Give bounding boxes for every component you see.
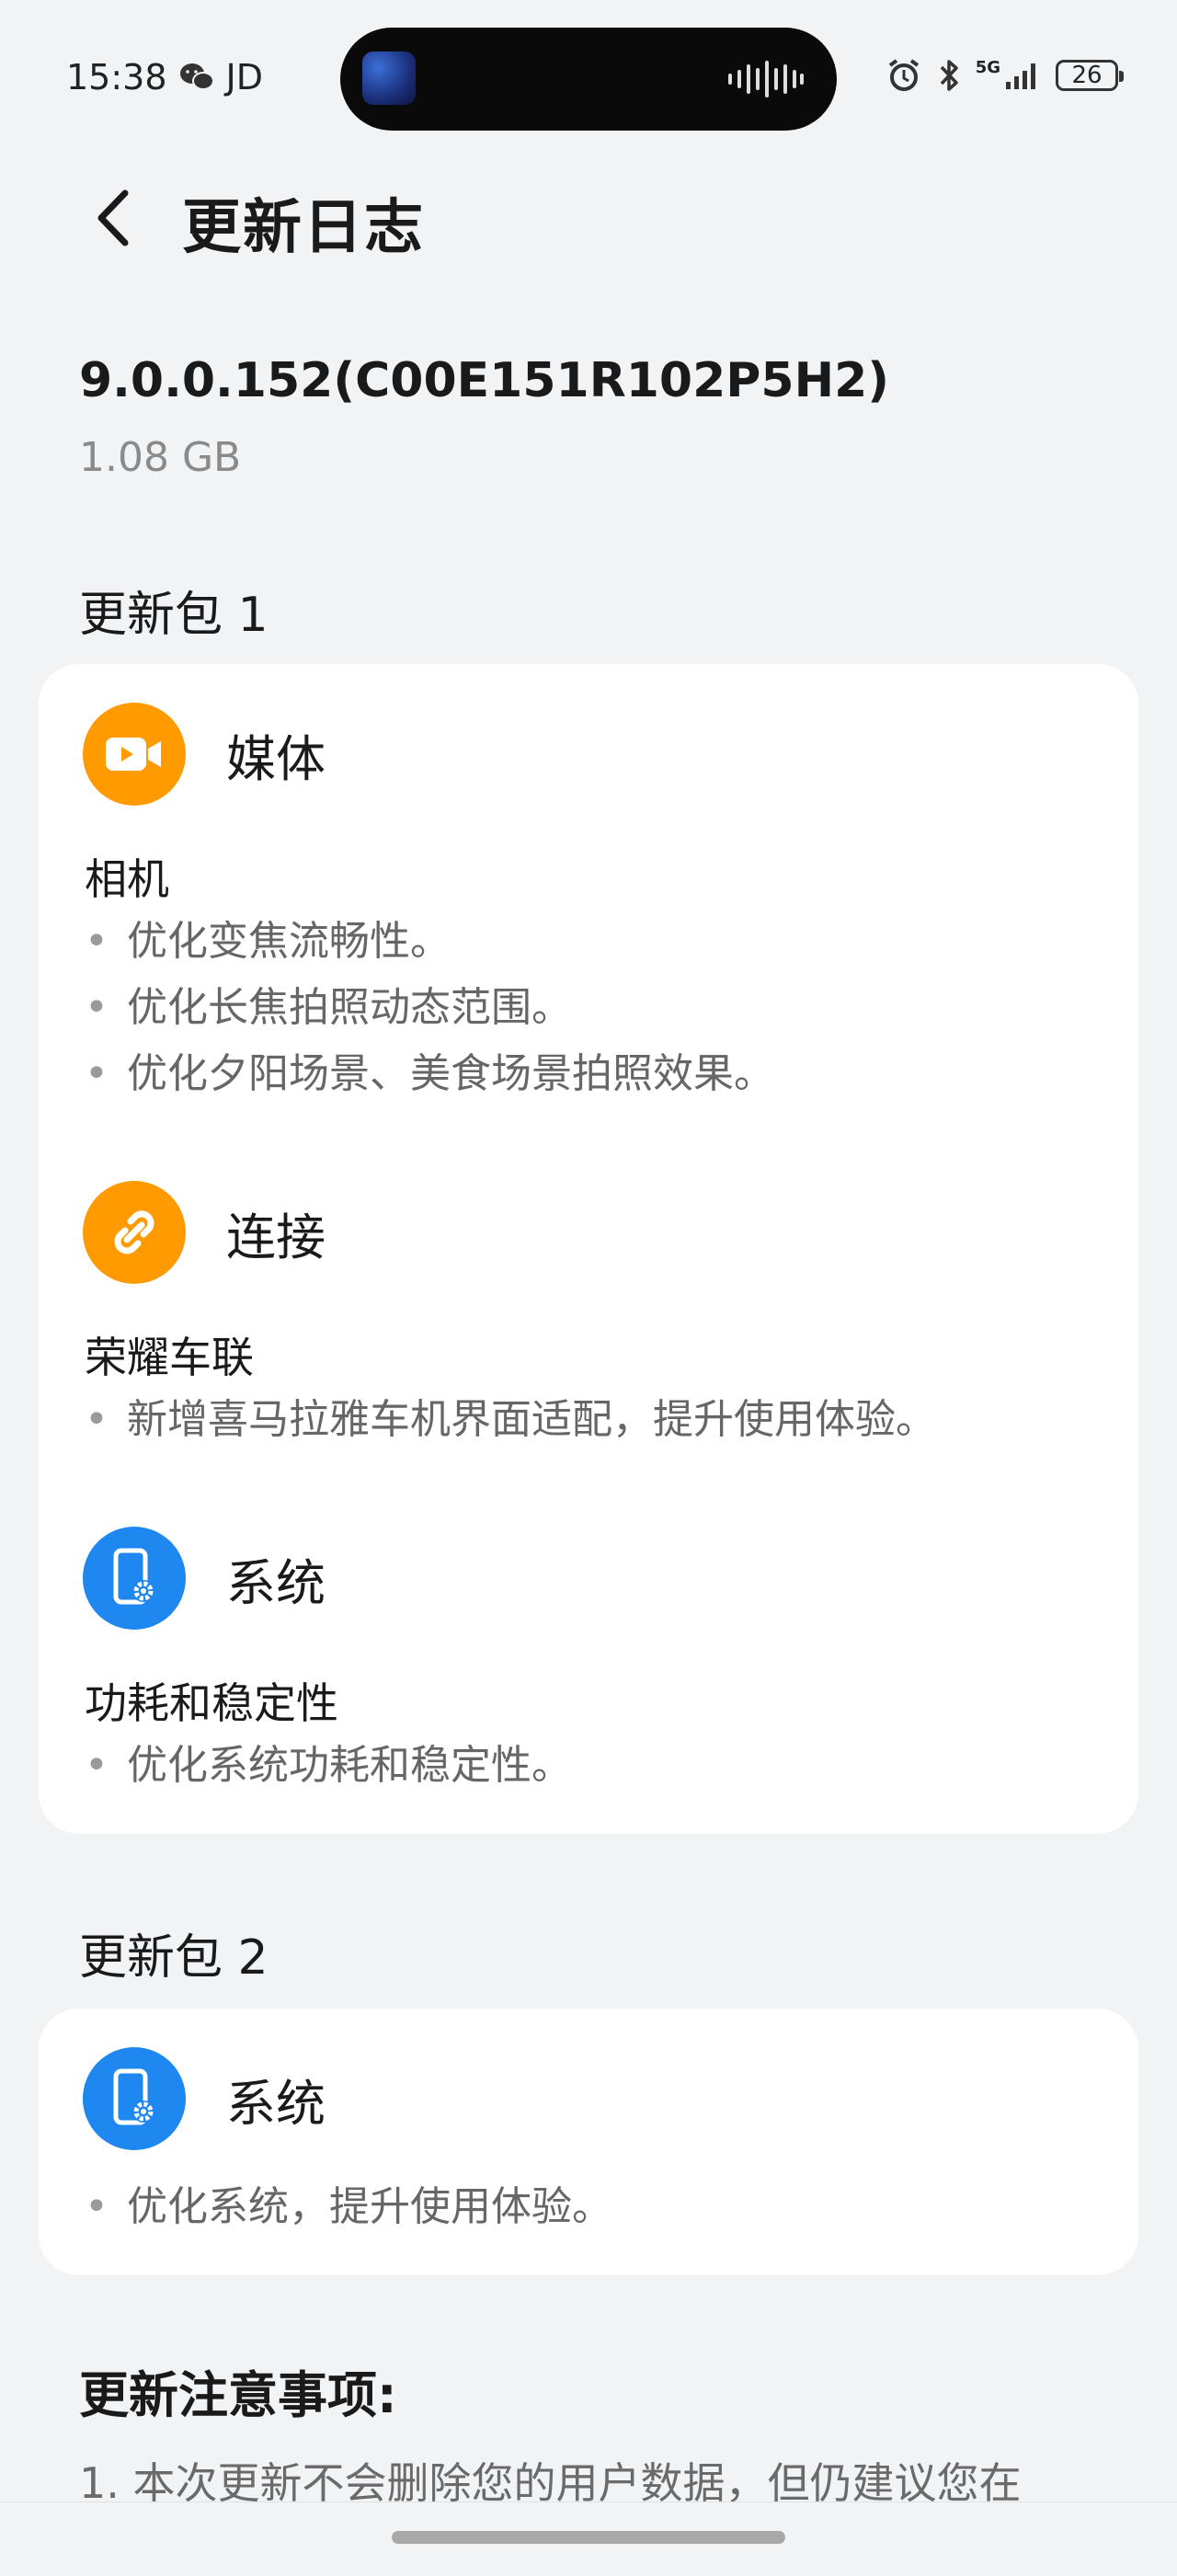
category-system-name: 系统 <box>226 2074 326 2133</box>
bluetooth-icon <box>940 60 958 91</box>
category-media: 媒体 <box>83 703 326 806</box>
list-item: • 优化系统功耗和稳定性。 <box>85 1742 572 1789</box>
status-icons: 5G 26 <box>886 57 1124 94</box>
battery-level: 26 <box>1071 62 1103 89</box>
category-system: 系统 <box>83 2047 326 2150</box>
package-2-card: 系统 • 优化系统，提升使用体验。 <box>39 2009 1138 2275</box>
list-item: • 优化夕阳场景、美食场景拍照效果。 <box>85 1050 774 1097</box>
list-item: • 新增喜马拉雅车机界面适配，提升使用体验。 <box>85 1396 936 1443</box>
category-media-list: • 优化变焦流畅性。 • 优化长焦拍照动态范围。 • 优化夕阳场景、美食场景拍照效果。 <box>85 909 774 1107</box>
dynamic-island[interactable] <box>340 28 837 131</box>
status-time-group: 15:38 JD <box>66 57 263 97</box>
wechat-icon <box>179 63 214 90</box>
notes-title: 更新注意事项: <box>79 2366 397 2424</box>
list-item: • 优化系统，提升使用体验。 <box>85 2183 612 2230</box>
category-connection-subtitle: 荣耀车联 <box>85 1333 254 1382</box>
signal-icon: 5G <box>976 60 1041 91</box>
video-camera-icon <box>83 703 186 806</box>
status-time: 15:38 <box>66 57 167 97</box>
battery-icon: 26 <box>1056 60 1124 91</box>
page-title: 更新日志 <box>182 194 425 262</box>
list-item: • 优化变焦流畅性。 <box>85 918 451 965</box>
audio-wave-icon <box>728 61 804 97</box>
category-system-list: • 优化系统功耗和稳定性。 <box>85 1733 572 1799</box>
network-type: 5G <box>975 58 1000 77</box>
album-art-icon <box>362 52 416 105</box>
category-media-subtitle: 相机 <box>85 854 169 904</box>
update-size: 1.08 GB <box>79 434 242 481</box>
category-system-list: • 优化系统，提升使用体验。 <box>85 2174 612 2240</box>
category-system-name: 系统 <box>226 1553 326 1612</box>
phone-settings-icon <box>83 2047 186 2150</box>
phone-settings-icon <box>83 1527 186 1630</box>
category-connection-list: • 新增喜马拉雅车机界面适配，提升使用体验。 <box>85 1387 936 1453</box>
category-media-name: 媒体 <box>226 729 326 788</box>
status-bar: 15:38 JD 5G 26 <box>0 0 1177 156</box>
category-system-subtitle: 功耗和稳定性 <box>85 1678 338 1728</box>
alarm-icon <box>888 59 919 91</box>
category-connection-name: 连接 <box>226 1208 326 1266</box>
list-item: • 优化长焦拍照动态范围。 <box>85 984 572 1031</box>
category-connection: 连接 <box>83 1181 326 1284</box>
link-icon <box>83 1181 186 1284</box>
package-1-card: 媒体 相机 • 优化变焦流畅性。 • 优化长焦拍照动态范围。 • 优化夕阳场景、美食场… <box>39 664 1138 1834</box>
version-number: 9.0.0.152(C00E151R102P5H2) <box>79 353 890 408</box>
package-2-label: 更新包 2 <box>79 1930 269 1986</box>
package-1-label: 更新包 1 <box>79 588 269 643</box>
category-system: 系统 <box>83 1527 326 1630</box>
home-indicator[interactable] <box>392 2531 785 2544</box>
status-carrier: JD <box>225 57 263 97</box>
back-button[interactable] <box>88 186 140 250</box>
